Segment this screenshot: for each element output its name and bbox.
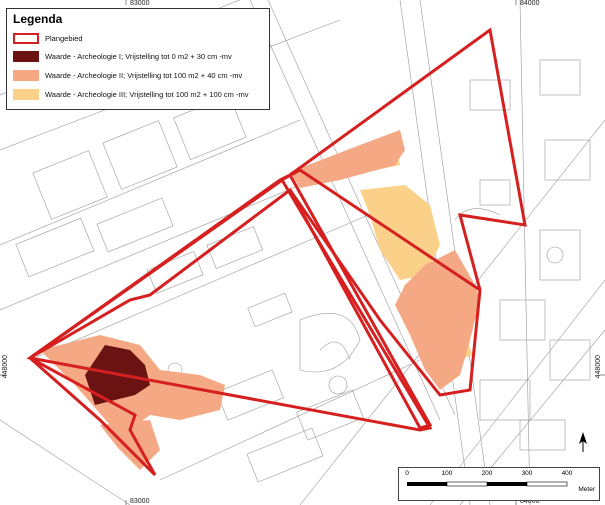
legend-swatch-archeologie-II [13,69,39,81]
legend-item-archeologie-III: Waarde - Archeologie III; Vrijstelling t… [13,88,249,100]
legend-swatch-plangebied [13,32,39,44]
scale-tick-100: 100 [441,470,453,477]
legend-label-archeologie-III: Waarde - Archeologie III; Vrijstelling t… [45,89,249,99]
scale-tick-0: 0 [405,470,409,477]
scale-tick-200: 200 [481,470,493,477]
coord-left: 448000 [2,355,9,379]
north-arrow-icon [579,432,587,452]
legend-title: Legenda [13,12,63,26]
coord-right: 448000 [595,355,602,379]
coord-top-right: 84000 [520,0,540,7]
legend-label-archeologie-II: Waarde - Archeologie II; Vrijstelling to… [45,70,243,80]
scale-tick-300: 300 [521,470,533,477]
legend-item-archeologie-II: Waarde - Archeologie II; Vrijstelling to… [13,69,242,81]
scale-bar-graphic [407,481,568,487]
scale-tick-400: 400 [561,470,573,477]
legend-item-archeologie-I: Waarde - Archeologie I; Vrijstelling tot… [13,50,232,62]
coord-top-left: 83000 [130,0,150,7]
legend-swatch-archeologie-I [13,50,39,62]
legend-item-plangebied: Plangebied [13,32,83,44]
scale-bar: 0 100 200 300 400 Meter [398,467,600,501]
scale-unit: Meter [578,486,595,493]
legend-panel: Legenda Plangebied Waarde - Archeologie … [6,8,270,110]
legend-label-plangebied: Plangebied [45,33,83,43]
legend-swatch-archeologie-III [13,88,39,100]
map-canvas: 83000 84000 83000 84000 448000 448000 Le… [0,0,605,505]
legend-label-archeologie-I: Waarde - Archeologie I; Vrijstelling tot… [45,51,232,61]
coord-bottom-left: 83000 [130,498,150,505]
